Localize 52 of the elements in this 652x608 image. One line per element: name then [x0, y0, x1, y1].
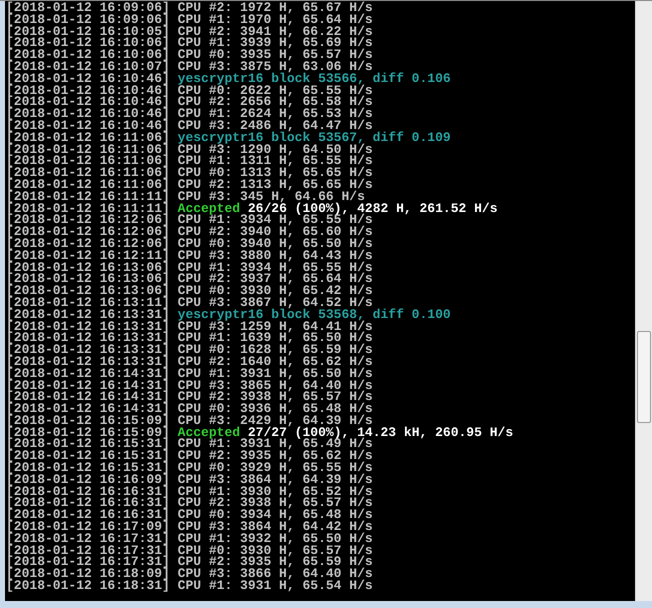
log-line: [2018-01-12 16:15:31] CPU #2: 3935 H, 65.62 H/s: [6, 450, 373, 462]
log-line: [2018-01-12 16:15:31] CPU #1: 3931 H, 65.49 H/s: [6, 438, 373, 450]
log-line: [2018-01-12 16:16:09] CPU #3: 3864 H, 64.39 H/s: [6, 474, 373, 486]
log-line: [2018-01-12 16:13:31] CPU #1: 1639 H, 65.50 H/s: [6, 332, 373, 344]
log-line: [2018-01-12 16:12:06] CPU #1: 3934 H, 65.55 H/s: [6, 214, 373, 226]
log-line: [2018-01-12 16:13:11] CPU #3: 3867 H, 64.52 H/s: [6, 296, 373, 309]
log-line: [2018-01-12 16:13:31] CPU #3: 1259 H, 64.41 H/s: [6, 320, 373, 332]
scrollbar-thumb[interactable]: [637, 331, 651, 423]
log-line: [2018-01-12 16:10:06] CPU #1: 3939 H, 65.69 H/s: [6, 37, 373, 50]
log-line: [2018-01-12 16:10:46] CPU #2: 2656 H, 65.58 H/s: [6, 96, 373, 108]
log-line: [2018-01-12 16:11:11] CPU #3: 345 H, 64.66 H/s: [6, 190, 365, 203]
log-line: [2018-01-12 16:09:06] CPU #1: 1970 H, 65.64 H/s: [6, 14, 373, 26]
log-line: [2018-01-12 16:13:06] CPU #1: 3934 H, 65.55 H/s: [6, 262, 373, 274]
log-line: [2018-01-12 16:10:05] CPU #2: 3941 H, 66.22 H/s: [6, 26, 373, 38]
log-line: [2018-01-12 16:15:31] CPU #0: 3929 H, 65.55 H/s: [6, 462, 373, 474]
log-line: [2018-01-12 16:13:31] CPU #0: 1628 H, 65.59 H/s: [6, 344, 373, 356]
log-line: [2018-01-12 16:11:11] Accepted 26/26 (100%), 4282 H, 261.52 H/s: [6, 202, 498, 214]
log-line: [2018-01-12 16:13:06] CPU #0: 3930 H, 65.42 H/s: [6, 285, 373, 297]
log-line: [2018-01-12 16:14:31] CPU #1: 3931 H, 65.50 H/s: [6, 368, 373, 380]
log-line: [2018-01-12 16:10:46] yescryptr16 block 53566, diff 0.106: [6, 72, 451, 85]
log-line: [2018-01-12 16:11:06] CPU #3: 1290 H, 64.50 H/s: [6, 144, 373, 156]
log-line: [2018-01-12 16:10:46] CPU #3: 2486 H, 64.47 H/s: [6, 120, 373, 132]
log-line: [2018-01-12 16:09:06] CPU #2: 1972 H, 65.67 H/s: [6, 2, 373, 14]
log-line: [2018-01-12 16:17:31] CPU #1: 3932 H, 65.50 H/s: [6, 532, 373, 545]
log-line: [2018-01-12 16:16:31] CPU #0: 3934 H, 65.48 H/s: [6, 509, 373, 522]
log-line: [2018-01-12 16:17:31] CPU #2: 3935 H, 65.59 H/s: [6, 556, 373, 568]
log-line: [2018-01-12 16:12:06] CPU #2: 3940 H, 65.60 H/s: [6, 226, 373, 238]
log-line: [2018-01-12 16:13:31] CPU #2: 1640 H, 65.62 H/s: [6, 356, 373, 368]
log-line: [2018-01-12 16:14:31] CPU #0: 3936 H, 65.48 H/s: [6, 403, 373, 415]
scrollbar[interactable]: [635, 1, 652, 601]
log-line: [2018-01-12 16:10:46] CPU #0: 2622 H, 65.55 H/s: [6, 84, 373, 96]
log-line: [2018-01-12 16:12:11] CPU #3: 3880 H, 64.43 H/s: [6, 250, 373, 262]
log-line: [2018-01-12 16:16:31] CPU #2: 3938 H, 65.57 H/s: [6, 497, 373, 510]
log-line: [2018-01-12 16:11:06] CPU #0: 1313 H, 65.65 H/s: [6, 167, 373, 179]
log-line: [2018-01-12 16:16:31] CPU #1: 3930 H, 65.52 H/s: [6, 486, 373, 498]
log-line: [2018-01-12 16:12:06] CPU #0: 3940 H, 65.50 H/s: [6, 238, 373, 250]
log-line: [2018-01-12 16:10:07] CPU #3: 3875 H, 63.06 H/s: [6, 60, 373, 73]
log-line: [2018-01-12 16:15:09] Accepted 27/27 (100%), 14.23 kH, 260.95 H/s: [6, 426, 514, 438]
log-line: [2018-01-12 16:11:06] CPU #1: 1311 H, 65.55 H/s: [6, 155, 373, 168]
log-line: [2018-01-12 16:10:46] CPU #1: 2624 H, 65.53 H/s: [6, 108, 373, 120]
log-line: [2018-01-12 16:10:06] CPU #0: 3935 H, 65.57 H/s: [6, 49, 373, 61]
log-line: [2018-01-12 16:17:31] CPU #0: 3930 H, 65.57 H/s: [6, 544, 373, 556]
log-line: [2018-01-12 16:11:06] yescryptr16 block 53567, diff 0.109: [6, 132, 451, 144]
log-line: [2018-01-12 16:14:31] CPU #2: 3938 H, 65.57 H/s: [6, 391, 373, 404]
log-line: [2018-01-12 16:13:31] yescryptr16 block 53568, diff 0.100: [6, 308, 451, 321]
log-line: [2018-01-12 16:13:06] CPU #2: 3937 H, 65.64 H/s: [6, 273, 373, 286]
log-line: [2018-01-12 16:11:06] CPU #2: 1313 H, 65.65 H/s: [6, 178, 373, 191]
log-line: [2018-01-12 16:17:09] CPU #3: 3864 H, 64.42 H/s: [6, 521, 373, 533]
log-line: [2018-01-12 16:14:31] CPU #3: 3865 H, 64.40 H/s: [6, 380, 373, 392]
log-line: [2018-01-12 16:18:09] CPU #3: 3866 H, 64.40 H/s: [6, 568, 373, 580]
log-line: [2018-01-12 16:18:31] CPU #1: 3931 H, 65.54 H/s: [6, 580, 373, 592]
log-line: [2018-01-12 16:15:09] CPU #3: 2429 H, 64.39 H/s: [6, 414, 373, 427]
